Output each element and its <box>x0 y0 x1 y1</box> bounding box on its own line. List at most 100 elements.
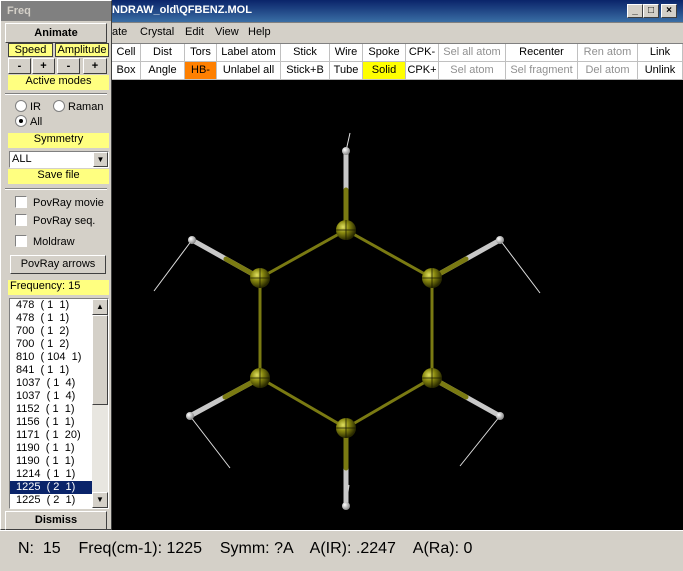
active-modes-label: Active modes <box>8 75 109 90</box>
list-item[interactable]: 1225 ( 2 1) <box>10 494 94 507</box>
animate-button[interactable]: Animate <box>5 23 107 43</box>
tb-label-atom[interactable]: Label atom <box>217 44 281 62</box>
checkbox-icon <box>15 196 27 208</box>
atom-h4 <box>186 412 194 420</box>
raman-radio[interactable]: Raman <box>53 100 103 113</box>
povray-movie-label: PovRay movie <box>33 197 104 209</box>
freq-panel: Freq Animate Speed Amplitude - + - + Act… <box>0 0 112 530</box>
minimize-icon[interactable]: _ <box>627 4 643 18</box>
tb-box[interactable]: Box <box>112 62 141 80</box>
list-item[interactable]: 1190 ( 1 1) <box>10 455 94 468</box>
window-title: NDRAW_old\QFBENZ.MOL <box>112 4 252 16</box>
tb-tors[interactable]: Tors <box>185 44 217 62</box>
tb-sel-fragment[interactable]: Sel fragment <box>506 62 578 80</box>
povray-movie-checkbox[interactable]: PovRay movie <box>15 196 104 209</box>
menu-file[interactable]: ate <box>112 26 127 38</box>
atom-h1 <box>342 147 350 155</box>
tb-unlabel-all[interactable]: Unlabel all <box>217 62 281 80</box>
tb-link[interactable]: Link <box>638 44 683 62</box>
speed-minus-button[interactable]: - <box>8 58 31 74</box>
tb-angle[interactable]: Angle <box>141 62 185 80</box>
amplitude-minus-button[interactable]: - <box>57 58 80 74</box>
chevron-down-icon[interactable]: ▼ <box>93 152 108 167</box>
tb-stick-b[interactable]: Stick+B <box>281 62 330 80</box>
molecule-viewport[interactable] <box>112 80 683 530</box>
scroll-down-icon[interactable]: ▼ <box>92 492 108 508</box>
tb-solid[interactable]: Solid <box>363 62 406 80</box>
freq-panel-title: Freq <box>1 1 111 21</box>
tb-cell[interactable]: Cell <box>112 44 141 62</box>
symmetry-select[interactable]: ALL ▼ <box>9 151 109 168</box>
amplitude-label: Amplitude <box>55 43 109 57</box>
list-item[interactable]: 1156 ( 1 1) <box>10 416 94 429</box>
tb-del-atom[interactable]: Del atom <box>578 62 638 80</box>
symmetry-value: ALL <box>12 153 32 165</box>
frequency-label: Frequency: 15 <box>8 280 109 295</box>
atom-h6 <box>342 502 350 510</box>
vector-h3 <box>499 239 541 294</box>
tb-cpk-minus[interactable]: CPK- <box>406 44 439 62</box>
moldraw-checkbox[interactable]: Moldraw <box>15 235 75 248</box>
radio-icon <box>53 100 65 112</box>
menu-crystal[interactable]: Crystal <box>140 26 174 38</box>
save-file-button[interactable]: Save file <box>8 169 109 184</box>
list-item[interactable]: 810 ( 104 1) <box>10 351 94 364</box>
speed-label: Speed <box>8 43 53 57</box>
close-icon[interactable]: × <box>661 4 677 18</box>
symmetry-label: Symmetry <box>8 133 109 148</box>
raman-label: Raman <box>68 101 104 113</box>
divider <box>5 93 107 95</box>
ir-label: IR <box>30 101 41 113</box>
tb-spoke[interactable]: Spoke <box>363 44 406 62</box>
list-item[interactable]: 1214 ( 1 1) <box>10 468 94 481</box>
dismiss-button[interactable]: Dismiss <box>5 511 107 530</box>
menu-view[interactable]: View <box>215 26 239 38</box>
tb-wire[interactable]: Wire <box>330 44 363 62</box>
list-item[interactable]: 478 ( 1 1) <box>10 312 94 325</box>
toolbar: Cell Dist Tors Label atom Stick Wire Spo… <box>112 43 683 80</box>
tb-stick[interactable]: Stick <box>281 44 330 62</box>
vector-h5 <box>459 415 501 467</box>
tb-sel-all-atom[interactable]: Sel all atom <box>439 44 506 62</box>
tb-ren-atom[interactable]: Ren atom <box>578 44 638 62</box>
maximize-icon[interactable]: □ <box>643 4 659 18</box>
scroll-thumb[interactable] <box>92 315 108 405</box>
all-label: All <box>30 116 43 128</box>
menu-edit[interactable]: Edit <box>185 26 204 38</box>
tb-tube[interactable]: Tube <box>330 62 363 80</box>
list-item[interactable]: 700 ( 1 2) <box>10 338 94 351</box>
list-item[interactable]: 1171 ( 1 20) <box>10 429 94 442</box>
speed-plus-button[interactable]: + <box>32 58 55 74</box>
list-item[interactable]: 1190 ( 1 1) <box>10 442 94 455</box>
tb-sel-atom[interactable]: Sel atom <box>439 62 506 80</box>
atom-h3 <box>496 236 504 244</box>
list-item[interactable]: 841 ( 1 1) <box>10 364 94 377</box>
molecule-drawing <box>153 132 541 510</box>
tb-cpk-plus[interactable]: CPK+ <box>406 62 439 80</box>
checkbox-icon <box>15 235 27 247</box>
list-item[interactable]: 1037 ( 1 4) <box>10 390 94 403</box>
tb-unlink[interactable]: Unlink <box>638 62 683 80</box>
bond-cc-5 <box>259 376 347 430</box>
checkbox-icon <box>15 214 27 226</box>
divider <box>5 188 107 190</box>
amplitude-plus-button[interactable]: + <box>83 58 107 74</box>
tb-hb-minus[interactable]: HB- <box>185 62 217 80</box>
tb-dist[interactable]: Dist <box>141 44 185 62</box>
povray-arrows-button[interactable]: PovRay arrows <box>10 255 106 274</box>
status-text: N: 15 Freq(cm-1): 1225 Symm: ?A A(IR): .… <box>18 540 473 557</box>
vector-h4 <box>189 415 231 469</box>
list-item[interactable]: 1152 ( 1 1) <box>10 403 94 416</box>
tb-recenter[interactable]: Recenter <box>506 44 578 62</box>
list-item[interactable]: 1037 ( 1 4) <box>10 377 94 390</box>
scroll-up-icon[interactable]: ▲ <box>92 299 108 315</box>
ir-radio[interactable]: IR <box>15 100 41 113</box>
scrollbar[interactable]: ▲ ▼ <box>92 299 108 508</box>
list-item[interactable]: 700 ( 1 2) <box>10 325 94 338</box>
frequency-list[interactable]: 478 ( 1 1) 478 ( 1 1) 700 ( 1 2) 700 ( 1 2)… <box>9 298 109 509</box>
menu-help[interactable]: Help <box>248 26 271 38</box>
povray-seq-checkbox[interactable]: PovRay seq. <box>15 214 95 227</box>
all-radio[interactable]: All <box>15 115 42 128</box>
list-item[interactable]: 478 ( 1 1) <box>10 299 94 312</box>
list-item[interactable]: 1225 ( 2 1) <box>10 481 94 494</box>
